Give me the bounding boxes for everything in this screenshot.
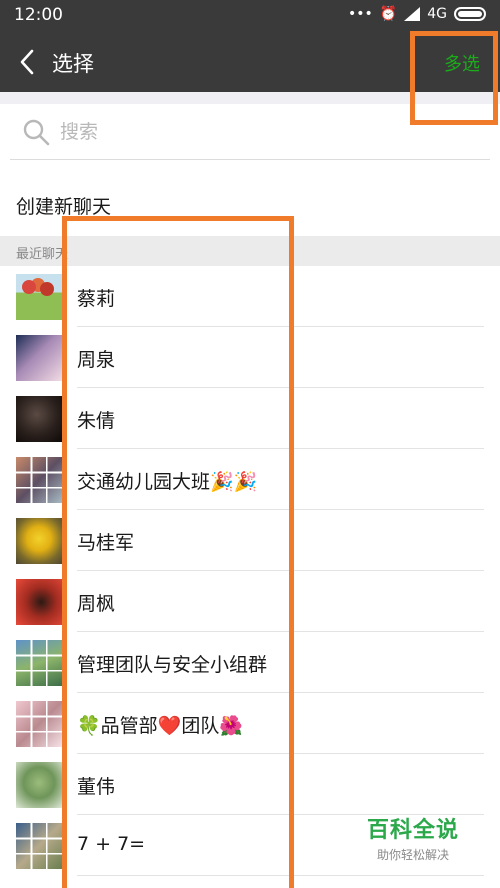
highlight-box-chat-list xyxy=(62,216,294,888)
recent-chats-label: 最近聊天 xyxy=(16,247,69,262)
avatar xyxy=(16,457,62,503)
network-label: 4G xyxy=(427,6,447,22)
highlight-box-multi-select xyxy=(410,31,498,125)
avatar xyxy=(16,396,62,442)
signal-icon xyxy=(404,7,421,21)
avatar xyxy=(16,335,62,381)
battery-icon xyxy=(454,7,486,21)
more-dots-icon: ••• xyxy=(348,6,373,22)
avatar xyxy=(16,762,62,808)
status-bar: 12:00 ••• ⏰ 4G xyxy=(0,0,500,32)
watermark-title: 百科全说 xyxy=(366,818,459,843)
avatar xyxy=(16,823,62,869)
alarm-icon: ⏰ xyxy=(379,6,398,22)
status-icons: ••• ⏰ 4G xyxy=(348,6,486,22)
avatar xyxy=(16,701,62,747)
watermark-subtitle: 助你轻松解决 xyxy=(376,848,449,862)
avatar xyxy=(16,579,62,625)
avatar xyxy=(16,640,62,686)
status-time: 12:00 xyxy=(14,5,63,25)
watermark: 百科全说 助你轻松解决 xyxy=(358,812,468,863)
search-icon xyxy=(23,119,50,146)
search-input[interactable] xyxy=(60,114,460,150)
search-underline xyxy=(10,159,490,160)
avatar xyxy=(16,518,62,564)
create-new-chat-label: 创建新聊天 xyxy=(16,196,112,218)
back-arrow-icon[interactable] xyxy=(16,48,40,76)
page-title: 选择 xyxy=(52,52,94,76)
avatar xyxy=(16,274,62,320)
